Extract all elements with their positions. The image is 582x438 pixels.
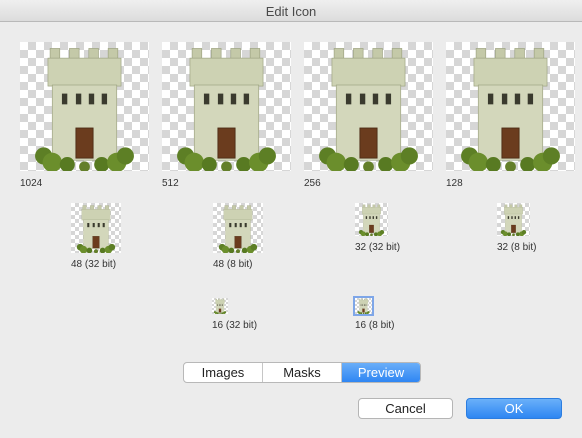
ok-button[interactable]: OK bbox=[466, 398, 562, 419]
tower-icon bbox=[500, 204, 527, 236]
icon-label: 512 bbox=[162, 178, 179, 189]
icon-256[interactable] bbox=[304, 42, 433, 171]
icon-48-32bit[interactable] bbox=[71, 203, 121, 253]
icon-512[interactable] bbox=[162, 42, 291, 171]
tower-icon bbox=[176, 47, 277, 171]
tab-masks[interactable]: Masks bbox=[263, 363, 342, 382]
icon-1024[interactable] bbox=[20, 42, 149, 171]
icon-label: 1024 bbox=[20, 178, 43, 189]
tower-icon bbox=[460, 47, 561, 171]
tower-icon bbox=[34, 47, 135, 171]
icon-128[interactable] bbox=[446, 42, 575, 171]
tower-icon bbox=[218, 205, 258, 253]
icon-32-32bit[interactable] bbox=[355, 203, 388, 236]
icon-label: 48 (32 bit) bbox=[71, 259, 117, 270]
icon-label: 48 (8 bit) bbox=[213, 259, 253, 270]
icon-48-8bit[interactable] bbox=[213, 203, 263, 253]
tab-preview[interactable]: Preview bbox=[342, 363, 420, 382]
window-title: Edit Icon bbox=[265, 4, 317, 19]
icon-label: 128 bbox=[446, 178, 463, 189]
icon-16-8bit[interactable] bbox=[353, 296, 374, 316]
icon-label: 256 bbox=[304, 178, 321, 189]
icon-16-32bit[interactable] bbox=[212, 298, 228, 314]
icon-label: 32 (32 bit) bbox=[355, 242, 401, 253]
tower-icon bbox=[76, 205, 116, 253]
tower-icon bbox=[318, 47, 419, 171]
tower-icon bbox=[357, 298, 370, 314]
tab-images[interactable]: Images bbox=[184, 363, 263, 382]
title-bar: Edit Icon bbox=[0, 0, 582, 22]
icon-label: 32 (8 bit) bbox=[497, 242, 537, 253]
icon-label: 16 (32 bit) bbox=[212, 320, 258, 331]
cancel-button[interactable]: Cancel bbox=[358, 398, 453, 419]
tower-icon bbox=[358, 204, 385, 236]
icon-label: 16 (8 bit) bbox=[355, 320, 395, 331]
view-mode-segmented-control: Images Masks Preview bbox=[183, 362, 421, 383]
tower-icon bbox=[213, 298, 227, 314]
icon-32-8bit[interactable] bbox=[497, 203, 530, 236]
